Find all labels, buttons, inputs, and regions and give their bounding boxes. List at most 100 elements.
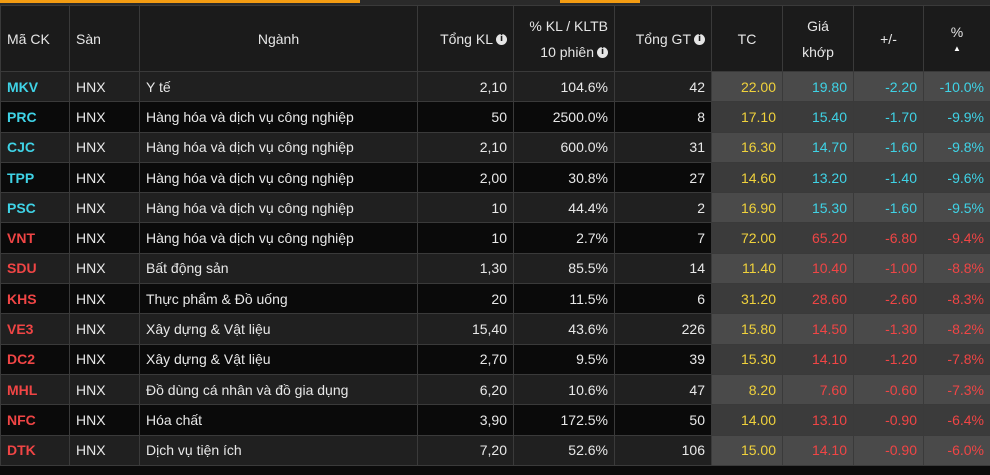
match-price-cell: 19.80: [782, 70, 854, 103]
col-header-symbol[interactable]: Mã CK: [0, 5, 70, 72]
industry-cell: Hàng hóa và dịch vụ công nghiệp: [139, 101, 418, 133]
volume-cell: 2,10: [417, 131, 514, 163]
symbol-cell[interactable]: SDU: [0, 252, 70, 285]
change-cell: -1.00: [853, 252, 924, 285]
value-cell: 226: [614, 313, 712, 345]
volume-cell: 10: [417, 192, 514, 224]
symbol-cell[interactable]: MKV: [0, 70, 70, 103]
table-row[interactable]: DTK HNX Dịch vụ tiện ích 7,20 52.6% 106 15.00 1…: [0, 434, 990, 466]
table-row[interactable]: MKV HNX Y tế 2,10 104.6% 42 22.00 19.80 -2.20 -10…: [0, 70, 990, 103]
col-header-ref-price[interactable]: TC: [711, 5, 783, 72]
info-icon[interactable]: i: [694, 34, 705, 46]
col-header-match-price[interactable]: Giá khớp: [782, 5, 854, 72]
pct-volume-cell: 44.4%: [513, 192, 615, 224]
pct-volume-cell: 52.6%: [513, 434, 615, 466]
col-header-exchange[interactable]: Sàn: [69, 5, 140, 72]
industry-cell: Hàng hóa và dịch vụ công nghiệp: [139, 222, 418, 254]
industry-cell: Hàng hóa và dịch vụ công nghiệp: [139, 131, 418, 163]
info-icon[interactable]: i: [597, 47, 608, 59]
table-row[interactable]: SDU HNX Bất động sản 1,30 85.5% 14 11.40 10.40-…: [0, 252, 990, 285]
exchange-cell: HNX: [69, 70, 140, 103]
change-cell: -0.60: [853, 373, 924, 406]
symbol-cell[interactable]: DC2: [0, 343, 70, 375]
col-header-change[interactable]: +/-: [853, 5, 924, 72]
volume-cell: 7,20: [417, 434, 514, 466]
match-price-cell: 14.50: [782, 313, 854, 345]
exchange-cell: HNX: [69, 373, 140, 406]
volume-cell: 6,20: [417, 373, 514, 406]
symbol-cell[interactable]: VE3: [0, 313, 70, 345]
table-row[interactable]: MHL HNX Đồ dùng cá nhân và đồ gia dụng 6,20…: [0, 373, 990, 406]
symbol-cell[interactable]: DTK: [0, 434, 70, 466]
industry-cell: Hóa chất: [139, 404, 418, 436]
industry-cell: Hàng hóa và dịch vụ công nghiệp: [139, 192, 418, 224]
symbol-cell[interactable]: CJC: [0, 131, 70, 163]
ref-price-cell: 16.90: [711, 192, 783, 224]
match-price-cell: 14.10: [782, 343, 854, 375]
pct-volume-cell: 172.5%: [513, 404, 615, 436]
symbol-cell[interactable]: KHS: [0, 283, 70, 315]
symbol-cell[interactable]: PRC: [0, 101, 70, 133]
pct-change-cell: -8.2%: [923, 313, 990, 345]
pct-change-cell: -6.0%: [923, 434, 990, 466]
change-cell: -0.90: [853, 404, 924, 436]
symbol-cell[interactable]: VNT: [0, 222, 70, 254]
ref-price-cell: 14.00: [711, 404, 783, 436]
ref-price-cell: 15.30: [711, 343, 783, 375]
exchange-cell: HNX: [69, 283, 140, 315]
table-row[interactable]: PRC HNX Hàng hóa và dịch vụ công nghiệp 50 2…: [0, 101, 990, 133]
change-cell: -6.80: [853, 222, 924, 254]
table-row[interactable]: CJC HNX Hàng hóa và dịch vụ công nghiệp 2,1…: [0, 131, 990, 163]
pct-change-cell: -9.9%: [923, 101, 990, 133]
col-header-total-volume[interactable]: Tổng KL i: [417, 5, 514, 72]
pct-volume-cell: 104.6%: [513, 70, 615, 103]
ref-price-cell: 22.00: [711, 70, 783, 103]
volume-cell: 50: [417, 101, 514, 133]
ref-price-cell: 31.20: [711, 283, 783, 315]
table-row[interactable]: VE3 HNX Xây dựng & Vật liệu 15,40 43.6% 226 15…: [0, 313, 990, 345]
change-cell: -2.60: [853, 283, 924, 315]
pct-change-cell: -8.3%: [923, 283, 990, 315]
exchange-cell: HNX: [69, 161, 140, 194]
pct-change-cell: -7.3%: [923, 373, 990, 406]
table-row[interactable]: VNT HNX Hàng hóa và dịch vụ công nghiệp 10 2…: [0, 222, 990, 254]
table-row[interactable]: NFC HNX Hóa chất 3,90 172.5% 50 14.00 13.10 -0.9…: [0, 404, 990, 436]
ref-price-cell: 15.80: [711, 313, 783, 345]
ref-price-cell: 15.00: [711, 434, 783, 466]
col-header-pct-change[interactable]: % ▲: [923, 5, 990, 72]
exchange-cell: HNX: [69, 404, 140, 436]
exchange-cell: HNX: [69, 313, 140, 345]
value-cell: 106: [614, 434, 712, 466]
ref-price-cell: 16.30: [711, 131, 783, 163]
col-header-pct-volume[interactable]: % KL / KLTB 10 phiên i: [513, 5, 615, 72]
value-cell: 2: [614, 192, 712, 224]
value-cell: 39: [614, 343, 712, 375]
symbol-cell[interactable]: MHL: [0, 373, 70, 406]
symbol-cell[interactable]: PSC: [0, 192, 70, 224]
table-row[interactable]: KHS HNX Thực phẩm & Đồ uống 20 11.5% 6 31.20 28…: [0, 283, 990, 315]
symbol-cell[interactable]: TPP: [0, 161, 70, 194]
volume-cell: 1,30: [417, 252, 514, 285]
volume-cell: 15,40: [417, 313, 514, 345]
ref-price-cell: 11.40: [711, 252, 783, 285]
value-cell: 31: [614, 131, 712, 163]
exchange-cell: HNX: [69, 192, 140, 224]
table-row[interactable]: DC2 HNX Xây dựng & Vật liệu 2,70 9.5% 39 15.30…: [0, 343, 990, 375]
match-price-cell: 15.30: [782, 192, 854, 224]
exchange-cell: HNX: [69, 222, 140, 254]
active-tab-indicator: [0, 0, 360, 3]
pct-change-cell: -10.0%: [923, 70, 990, 103]
volume-cell: 2,10: [417, 70, 514, 103]
pct-change-cell: -9.4%: [923, 222, 990, 254]
pct-volume-cell: 30.8%: [513, 161, 615, 194]
col-header-total-value[interactable]: Tổng GT i: [614, 5, 712, 72]
col-header-industry[interactable]: Ngành: [139, 5, 418, 72]
table-row[interactable]: TPP HNX Hàng hóa và dịch vụ công nghiệp 2,0…: [0, 161, 990, 194]
ref-price-cell: 8.20: [711, 373, 783, 406]
industry-cell: Y tế: [139, 70, 418, 103]
info-icon[interactable]: i: [496, 34, 507, 46]
table-row[interactable]: PSC HNX Hàng hóa và dịch vụ công nghiệp 10 4…: [0, 192, 990, 224]
volume-cell: 2,00: [417, 161, 514, 194]
change-cell: -1.30: [853, 313, 924, 345]
symbol-cell[interactable]: NFC: [0, 404, 70, 436]
